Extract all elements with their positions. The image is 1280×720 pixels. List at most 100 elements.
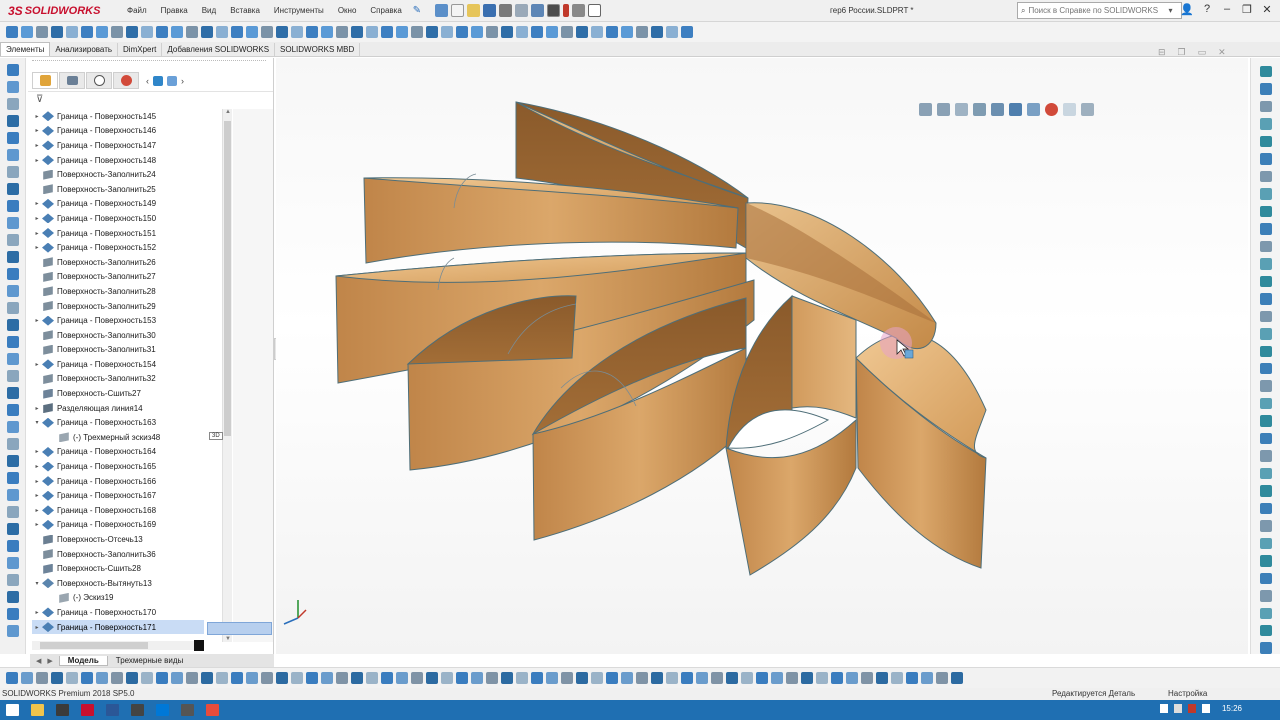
- pattern-icon[interactable]: [576, 26, 588, 38]
- sweep-icon[interactable]: [261, 26, 273, 38]
- move-icon[interactable]: [381, 672, 393, 684]
- boundary-icon[interactable]: [66, 26, 78, 38]
- tab-mbd[interactable]: SOLIDWORKS MBD: [275, 43, 361, 56]
- boundary-surface-icon[interactable]: [6, 540, 19, 552]
- sketch-icon[interactable]: [711, 672, 723, 684]
- expand-arrow-icon[interactable]: ▸: [32, 361, 42, 368]
- move-icon[interactable]: [606, 672, 618, 684]
- tree-item-boundary[interactable]: ▸ Граница - Поверхность148: [32, 153, 204, 168]
- tree-item-boundary[interactable]: ▸ Граница - Поверхность147: [32, 138, 204, 153]
- stretch-icon[interactable]: [441, 672, 453, 684]
- tree-item-boundary[interactable]: ▸ Граница - Поверхность164: [32, 445, 204, 460]
- model-viewport-svg[interactable]: [276, 58, 1248, 654]
- tree-item-fill[interactable]: Поверхность-Заполнить36: [32, 547, 204, 562]
- revolve-icon[interactable]: [21, 26, 33, 38]
- move-icon[interactable]: [156, 672, 168, 684]
- circle-icon[interactable]: [1259, 310, 1272, 323]
- knit-surface-icon[interactable]: [6, 251, 19, 263]
- revolve-icon[interactable]: [471, 26, 483, 38]
- tray-icon-4[interactable]: [1202, 704, 1210, 713]
- configurationmanager-tab[interactable]: [86, 72, 112, 89]
- scale-icon[interactable]: [876, 672, 888, 684]
- tree-item-boundary[interactable]: ▸ Граница - Поверхность153: [32, 313, 204, 328]
- tree-item-sketch[interactable]: (-) Эскиз19: [32, 591, 204, 606]
- rotate-icon[interactable]: [411, 672, 423, 684]
- sketch-icon[interactable]: [36, 672, 48, 684]
- offset-surface-icon[interactable]: [6, 183, 19, 195]
- box-select-icon[interactable]: [696, 672, 708, 684]
- expand-arrow-icon[interactable]: ▸: [32, 142, 42, 149]
- collapse-arrow-icon[interactable]: ▾: [32, 419, 42, 426]
- graphics-area[interactable]: [276, 58, 1248, 654]
- loft-icon[interactable]: [501, 26, 513, 38]
- extruded-surface-icon[interactable]: [6, 268, 19, 280]
- sweep-icon[interactable]: [36, 26, 48, 38]
- expand-arrow-icon[interactable]: ▸: [32, 521, 42, 528]
- tree-item-boundary[interactable]: ▸ Граница - Поверхность145: [32, 109, 204, 124]
- home-icon[interactable]: [435, 4, 449, 17]
- view-orientation-icon[interactable]: [991, 103, 1004, 116]
- zoom-fit-icon[interactable]: [919, 103, 932, 116]
- first-tab-icon[interactable]: ◀: [36, 657, 41, 665]
- untrim-surface-icon[interactable]: [6, 438, 19, 450]
- tree-item-knit[interactable]: Поверхность-Сшить27: [32, 386, 204, 401]
- planar-surface-icon[interactable]: [6, 370, 19, 382]
- smart-dimension-icon[interactable]: [951, 672, 963, 684]
- tray-icon-1[interactable]: [1160, 704, 1168, 713]
- smart-dimension-icon[interactable]: [726, 672, 738, 684]
- ruled-surface-icon[interactable]: [6, 404, 19, 416]
- instant-2d-icon[interactable]: [801, 672, 813, 684]
- add-relation-icon[interactable]: [291, 672, 303, 684]
- select-icon[interactable]: [681, 672, 693, 684]
- display-pane-icon[interactable]: [167, 75, 177, 86]
- revolved-surface-icon[interactable]: [6, 285, 19, 297]
- dimxpert-manager-tab[interactable]: [113, 72, 139, 89]
- spline-icon[interactable]: [1259, 345, 1272, 357]
- tree-item-boundary[interactable]: ▸ Граница - Поверхность165: [32, 459, 204, 474]
- copy-icon[interactable]: [171, 672, 183, 684]
- ruled-surface-icon[interactable]: [6, 608, 19, 620]
- tray-icon-3[interactable]: [1188, 704, 1196, 713]
- expand-arrow-icon[interactable]: ▸: [32, 244, 42, 251]
- swept-surface-icon[interactable]: [6, 506, 19, 518]
- app-task-icon-4[interactable]: [181, 704, 194, 716]
- scroll-down-icon[interactable]: ▼: [223, 636, 233, 642]
- rectangle-icon[interactable]: [1259, 293, 1272, 305]
- trim-icon[interactable]: [201, 26, 213, 38]
- swept-surface-icon[interactable]: [6, 98, 19, 110]
- stretch-icon[interactable]: [666, 672, 678, 684]
- tree-item-boundary[interactable]: ▸ Граница - Поверхность168: [32, 503, 204, 518]
- copy-icon[interactable]: [621, 672, 633, 684]
- doc-minimize-icon[interactable]: ⊟: [1158, 47, 1166, 58]
- sketch-icon[interactable]: [936, 672, 948, 684]
- part-cube-icon[interactable]: [153, 75, 163, 86]
- filled-surface-icon[interactable]: [6, 557, 19, 569]
- select-icon[interactable]: [547, 4, 561, 17]
- shaded-sketch-icon[interactable]: [141, 672, 153, 684]
- tree-item-fill[interactable]: Поверхность-Заполнить31: [32, 343, 204, 358]
- expand-arrow-icon[interactable]: ▸: [32, 157, 42, 164]
- spline-icon[interactable]: [1259, 135, 1272, 148]
- expand-arrow-icon[interactable]: ▸: [32, 507, 42, 514]
- smart-dimension-icon[interactable]: [276, 672, 288, 684]
- knit-icon[interactable]: [216, 26, 228, 38]
- tab-addins[interactable]: Добавления SOLIDWORKS: [162, 43, 276, 56]
- tree-item-boundary[interactable]: ▸ Граница - Поверхность152: [32, 240, 204, 255]
- rebuild-icon[interactable]: [563, 4, 570, 17]
- repair-icon[interactable]: [96, 672, 108, 684]
- select-icon[interactable]: [906, 672, 918, 684]
- app-task-icon-3[interactable]: [156, 704, 169, 716]
- filled-surface-icon[interactable]: [6, 149, 19, 161]
- section-view-icon[interactable]: [973, 103, 986, 116]
- tree-item-sketch3d[interactable]: (-) Трехмерный эскиз48: [32, 430, 204, 445]
- tab-dimxpert[interactable]: DimXpert: [118, 43, 163, 56]
- undo-icon[interactable]: [531, 4, 545, 17]
- trim-icon[interactable]: [426, 26, 438, 38]
- dimension-icon[interactable]: [1259, 450, 1272, 462]
- trim-surface-icon[interactable]: [6, 217, 19, 229]
- funnel-icon[interactable]: ⊽: [36, 94, 43, 105]
- offset-entities-icon[interactable]: [1259, 625, 1272, 637]
- fillet-icon[interactable]: [531, 26, 543, 38]
- shell-icon[interactable]: [561, 26, 573, 38]
- knit-icon[interactable]: [666, 26, 678, 38]
